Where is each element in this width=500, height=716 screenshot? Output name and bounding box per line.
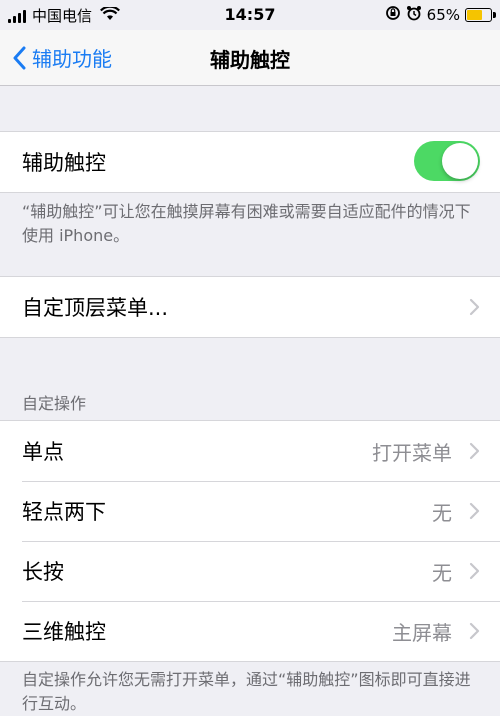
customize-top-menu-label: 自定顶层菜单... [22, 296, 169, 320]
action-label: 长按 [22, 560, 64, 584]
chevron-right-icon [469, 298, 480, 320]
battery-icon [465, 8, 496, 22]
action-label: 单点 [22, 440, 64, 464]
top-menu-group: 自定顶层菜单... [0, 276, 500, 338]
navigation-bar: 辅助功能 辅助触控 [0, 30, 500, 86]
custom-actions-group: 单点 打开菜单 轻点两下 无 长按 无 三维触控 主屏幕 [0, 420, 500, 662]
chevron-right-icon [469, 562, 480, 584]
assistive-touch-toggle[interactable] [414, 141, 480, 181]
chevron-right-icon [469, 622, 480, 644]
battery-percent: 65% [426, 6, 460, 24]
assistive-touch-row: 辅助触控 [0, 132, 500, 192]
action-label: 三维触控 [22, 620, 106, 644]
action-value: 主屏幕 [392, 620, 452, 645]
custom-actions-footnote: 自定操作允许您无需打开菜单，通过“辅助触控”图标即可直接进行互动。 [22, 670, 471, 713]
toggle-knob [442, 143, 478, 179]
chevron-right-icon [469, 442, 480, 464]
page-title: 辅助触控 [210, 48, 290, 72]
assistive-touch-footnote: “辅助触控”可让您在触摸屏幕有困难或需要自适应配件的情况下使用 iPhone。 [22, 202, 471, 245]
action-row-3d-touch[interactable]: 三维触控 主屏幕 [0, 601, 500, 661]
action-row-single-tap[interactable]: 单点 打开菜单 [0, 421, 500, 481]
action-value: 无 [432, 500, 452, 525]
action-row-long-press[interactable]: 长按 无 [0, 541, 500, 601]
status-bar: 中国电信 14:57 65% [0, 0, 500, 30]
custom-actions-header: 自定操作 [22, 394, 87, 413]
assistive-touch-group: 辅助触控 [0, 131, 500, 193]
action-value: 无 [432, 560, 452, 585]
action-label: 轻点两下 [22, 500, 106, 524]
alarm-icon [406, 5, 422, 25]
action-value: 打开菜单 [372, 440, 452, 465]
rotation-lock-icon [385, 5, 401, 25]
customize-top-menu-row[interactable]: 自定顶层菜单... [0, 277, 500, 337]
action-row-double-tap[interactable]: 轻点两下 无 [0, 481, 500, 541]
assistive-touch-label: 辅助触控 [22, 151, 106, 175]
chevron-right-icon [469, 502, 480, 524]
